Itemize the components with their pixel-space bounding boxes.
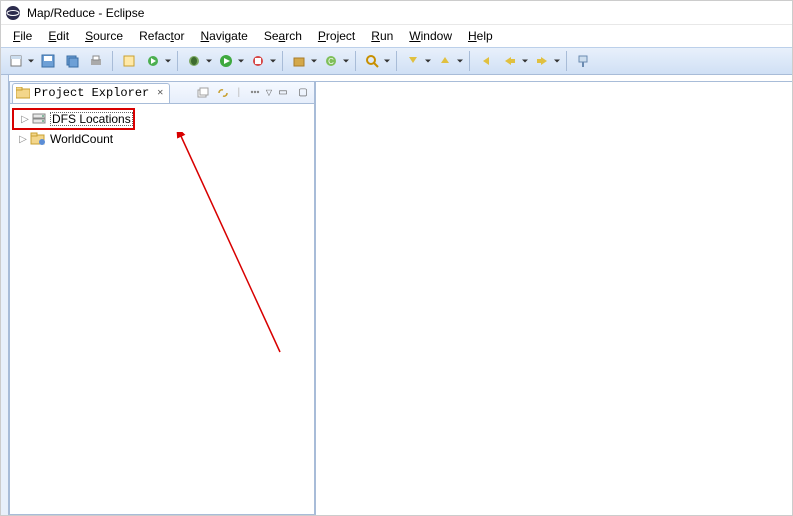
view-menu-button[interactable] [246,84,264,102]
window-title: Map/Reduce - Eclipse [27,6,144,20]
link-editor-button[interactable] [214,84,232,102]
view-tab-bar: Project Explorer ✕ | ▽ ▭ ▢ [10,82,314,104]
open-type-button[interactable] [118,50,140,72]
eclipse-icon [5,5,21,21]
project-tree[interactable]: ▷ DFS Locations ▷ WorldCount [10,104,314,514]
new-button[interactable] [5,50,35,72]
menu-help[interactable]: Help [460,27,501,45]
project-icon [30,131,46,147]
menu-search[interactable]: Search [256,27,310,45]
tree-item-label: DFS Locations [50,112,133,126]
focus-task-button[interactable]: | [234,84,244,102]
run-button[interactable] [215,50,245,72]
toolbar-separator [396,51,397,71]
toolbar-separator [112,51,113,71]
svg-text:C: C [328,57,334,66]
new-class-button[interactable]: C [320,50,350,72]
collapse-all-button[interactable] [194,84,212,102]
folder-icon [16,87,30,99]
save-all-button[interactable] [61,50,83,72]
toolbar-separator [469,51,470,71]
menu-project[interactable]: Project [310,27,363,45]
menu-bar: FileEditSourceRefactorNavigateSearchProj… [1,25,792,47]
forward-button[interactable] [531,50,561,72]
workspace: Project Explorer ✕ | ▽ ▭ ▢ ▷ [1,75,792,515]
menu-file[interactable]: File [5,27,40,45]
menu-navigate[interactable]: Navigate [192,27,255,45]
tree-item-label: WorldCount [48,132,115,146]
debug-button[interactable] [183,50,213,72]
close-icon[interactable]: ✕ [157,87,163,99]
main-toolbar: C [1,47,792,75]
next-annotation-button[interactable] [402,50,432,72]
project-explorer-view: Project Explorer ✕ | ▽ ▭ ▢ ▷ [9,81,315,515]
editor-area [315,81,792,515]
back-button[interactable] [499,50,529,72]
tree-item-worldcount[interactable]: ▷ WorldCount [12,130,312,148]
left-trim-bar [1,75,9,515]
minimize-view-button[interactable]: ▭ [274,84,292,102]
view-tab-label: Project Explorer [34,86,149,100]
prev-annotation-button[interactable] [434,50,464,72]
toolbar-separator [282,51,283,71]
title-bar: Map/Reduce - Eclipse [1,1,792,25]
new-package-button[interactable] [288,50,318,72]
external-tools-button[interactable] [247,50,277,72]
chevron-down-icon[interactable]: ▽ [266,88,272,97]
print-button[interactable] [85,50,107,72]
menu-refactor[interactable]: Refactor [131,27,192,45]
build-button[interactable] [142,50,172,72]
annotation-highlight: ▷ DFS Locations [12,108,135,130]
last-edit-button[interactable] [475,50,497,72]
expand-icon[interactable]: ▷ [18,134,28,144]
toolbar-separator [566,51,567,71]
menu-window[interactable]: Window [401,27,460,45]
expand-icon[interactable]: ▷ [20,114,30,124]
menu-source[interactable]: Source [77,27,131,45]
menu-edit[interactable]: Edit [40,27,77,45]
menu-run[interactable]: Run [363,27,401,45]
maximize-view-button[interactable]: ▢ [294,84,312,102]
toolbar-separator [355,51,356,71]
toolbar-separator [177,51,178,71]
search-button[interactable] [361,50,391,72]
save-button[interactable] [37,50,59,72]
project-explorer-tab[interactable]: Project Explorer ✕ [12,83,170,103]
tree-item-dfs[interactable]: ▷ DFS Locations [14,110,133,128]
dfs-icon [32,111,48,127]
annotation-arrow [30,132,300,372]
pin-editor-button[interactable] [572,50,594,72]
